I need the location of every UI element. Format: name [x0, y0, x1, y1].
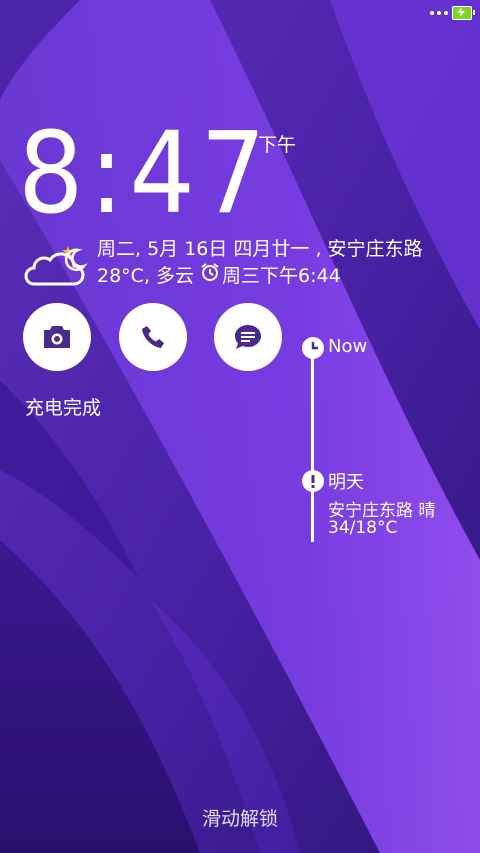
message-icon [235, 325, 261, 349]
weather-alarm-line: 28°C, 多云 周三下午6:44 [97, 262, 341, 289]
unlock-hint[interactable]: 滑动解锁 [0, 804, 480, 831]
timeline-tomorrow-temp: 34/18°C [328, 518, 398, 538]
more-dots-icon [430, 11, 448, 15]
phone-button[interactable] [119, 303, 187, 371]
battery-charging-icon [452, 6, 475, 20]
phone-icon [142, 326, 164, 348]
clock-time: 8:47 [18, 109, 272, 239]
timeline-now-label: Now [328, 336, 368, 357]
temperature-condition: 28°C, 多云 [97, 264, 195, 287]
clock-icon [302, 337, 324, 359]
alarm-time: 周三下午6:44 [222, 264, 341, 287]
status-bar [0, 0, 480, 28]
timeline-tomorrow-label: 明天 [328, 472, 364, 493]
cloudy-night-icon [22, 240, 88, 290]
messages-button[interactable] [214, 303, 282, 371]
date-location: 周二, 5月 16日 四月廿一 , 安宁庄东路 [97, 238, 423, 260]
charge-status: 充电完成 [25, 397, 102, 419]
alert-icon [302, 470, 324, 492]
camera-button[interactable] [23, 303, 91, 371]
clock-ampm: 下午 [258, 134, 297, 156]
camera-icon [44, 326, 70, 348]
timeline-line [311, 350, 314, 542]
alarm-clock-icon [200, 262, 220, 289]
